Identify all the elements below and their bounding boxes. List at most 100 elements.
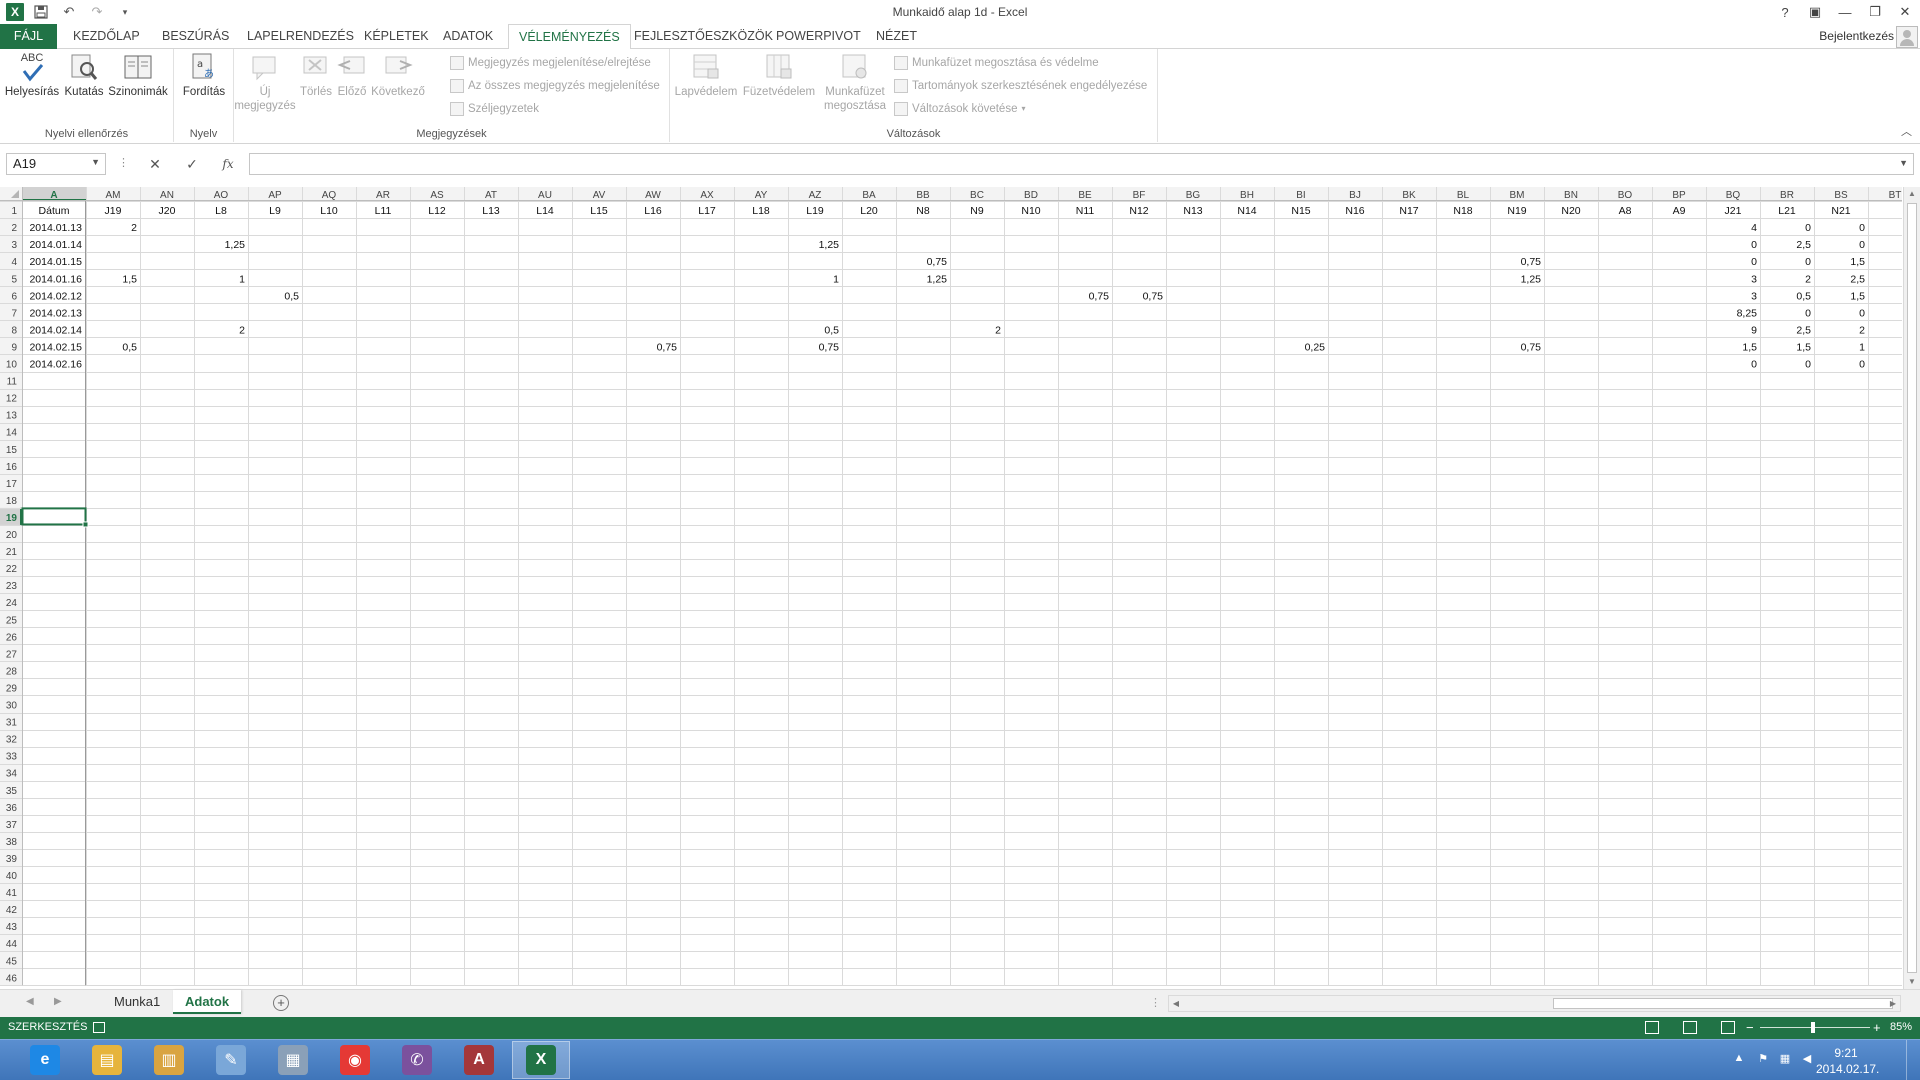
column-header-AX[interactable]: AX (700, 190, 714, 201)
cell-BQ5[interactable]: 3 (1751, 273, 1757, 285)
undo-icon[interactable]: ↶ (58, 2, 80, 22)
row-header-38[interactable]: 38 (6, 837, 18, 848)
cell-BP1[interactable]: A9 (1673, 205, 1686, 217)
row-header-36[interactable]: 36 (6, 803, 18, 814)
row-header-40[interactable]: 40 (6, 871, 18, 882)
horizontal-scrollbar[interactable]: ◀ ▶ (1168, 995, 1901, 1012)
row-header-43[interactable]: 43 (6, 922, 18, 933)
row-header-42[interactable]: 42 (6, 905, 18, 916)
column-header-BJ[interactable]: BJ (1349, 190, 1361, 201)
cell-AO5[interactable]: 1 (239, 273, 245, 285)
tab-review[interactable]: VÉLEMÉNYEZÉS (508, 24, 631, 50)
row-header-14[interactable]: 14 (6, 428, 18, 439)
confirm-entry-icon[interactable]: ✓ (180, 153, 204, 175)
formula-input[interactable]: ▼ (249, 153, 1914, 175)
scroll-left-icon[interactable]: ◀ (1169, 996, 1183, 1011)
ink-button[interactable]: Széljegyzetek (450, 99, 539, 119)
track-changes-button[interactable]: Változások követése ▾ (894, 99, 1026, 119)
cell-AO8[interactable]: 2 (239, 324, 245, 336)
cell-AR1[interactable]: L11 (375, 205, 392, 217)
column-header-AZ[interactable]: AZ (809, 190, 822, 201)
worksheet-grid[interactable]: A AM AN AO AP AQ AR AS AT AU AV AW AX AY AZ BA BB BC BD BE B… (0, 187, 1920, 989)
collapse-ribbon-icon[interactable]: ︿ (1901, 123, 1912, 139)
cell-BS7[interactable]: 0 (1859, 307, 1865, 319)
cell-BQ1[interactable]: J21 (1725, 205, 1742, 217)
cell-BS6[interactable]: 1,5 (1850, 290, 1865, 302)
cell-AZ8[interactable]: 0,5 (824, 324, 839, 336)
close-button[interactable]: ✕ (1890, 0, 1920, 24)
cell-BR3[interactable]: 2,5 (1796, 239, 1811, 251)
spelling-button[interactable]: ABC Helyesírás (4, 51, 60, 99)
row-header-25[interactable]: 25 (6, 615, 18, 626)
cell-BR10[interactable]: 0 (1805, 359, 1811, 371)
row-header-9[interactable]: 9 (11, 342, 17, 353)
show-all-comments-button[interactable]: Az összes megjegyzés megjelenítése (450, 76, 660, 96)
column-header-BO[interactable]: BO (1618, 190, 1633, 201)
cell-BR7[interactable]: 0 (1805, 307, 1811, 319)
delete-comment-button[interactable]: Törlés (298, 51, 334, 99)
cell-AW9[interactable]: 0,75 (657, 341, 678, 353)
share-workbook-button[interactable]: Munkafüzet megosztása (820, 51, 890, 113)
action-center-flag-icon[interactable]: ⚑ (1756, 1052, 1770, 1066)
ribbon-display-options-button[interactable]: ▣ (1800, 0, 1830, 24)
new-comment-button[interactable]: Új megjegyzés (234, 51, 296, 113)
column-header-AW[interactable]: AW (645, 190, 661, 201)
row-header-12[interactable]: 12 (6, 394, 18, 405)
column-header-AY[interactable]: AY (755, 190, 768, 201)
grid-canvas[interactable]: A AM AN AO AP AQ AR AS AT AU AV AW AX AY AZ BA BB BC BD BE B… (0, 187, 1902, 989)
row-header-16[interactable]: 16 (6, 462, 18, 473)
row-header-45[interactable]: 45 (6, 956, 18, 967)
zoom-level[interactable]: 85% (1890, 1021, 1912, 1033)
cell-AO1[interactable]: L8 (215, 205, 227, 217)
taskbar-viber-button[interactable]: ✆ (388, 1041, 446, 1079)
cell-AQ1[interactable]: L10 (320, 205, 338, 217)
row-header-41[interactable]: 41 (6, 888, 18, 899)
taskbar-chrome-button[interactable]: ◉ (326, 1041, 384, 1079)
row-header-10[interactable]: 10 (6, 360, 18, 371)
column-header-A[interactable]: A (50, 190, 57, 201)
row-header-26[interactable]: 26 (6, 632, 18, 643)
row-header-20[interactable]: 20 (6, 530, 18, 541)
row-header-37[interactable]: 37 (6, 820, 18, 831)
cell-BS3[interactable]: 0 (1859, 239, 1865, 251)
column-header-BA[interactable]: BA (862, 190, 876, 201)
row-header-30[interactable]: 30 (6, 701, 18, 712)
cell-BM4[interactable]: 0,75 (1521, 256, 1542, 268)
column-header-BE[interactable]: BE (1078, 190, 1092, 201)
tab-formulas[interactable]: KÉPLETEK (354, 24, 439, 49)
cell-AY1[interactable]: L18 (752, 205, 770, 217)
taskbar-excel-button[interactable]: X (512, 1041, 570, 1079)
cell-BI1[interactable]: N15 (1291, 205, 1310, 217)
cell-BF6[interactable]: 0,75 (1143, 290, 1164, 302)
cell-BL1[interactable]: N18 (1453, 205, 1472, 217)
zoom-in-button[interactable]: + (1873, 1020, 1881, 1035)
column-header-BB[interactable]: BB (916, 190, 930, 201)
macro-recording-icon[interactable] (93, 1022, 105, 1033)
taskbar-internet-explorer-button[interactable]: e (16, 1041, 74, 1079)
cell-AV1[interactable]: L15 (590, 205, 608, 217)
page-layout-view-icon[interactable] (1683, 1021, 1697, 1034)
show-hidden-icons-icon[interactable]: ▲ (1732, 1052, 1746, 1066)
column-header-BS[interactable]: BS (1834, 190, 1848, 201)
customize-qat-icon[interactable]: ▾ (114, 2, 136, 22)
chevron-down-icon[interactable]: ▼ (91, 157, 100, 167)
column-header-BF[interactable]: BF (1133, 190, 1146, 201)
cell-BJ1[interactable]: N16 (1345, 205, 1364, 217)
fill-handle[interactable] (82, 521, 89, 528)
formula-bar-resize-handle[interactable]: ⋮ (118, 156, 129, 169)
cell-AM5[interactable]: 1,5 (122, 273, 137, 285)
redo-icon[interactable]: ↷ (86, 2, 108, 22)
cell-AP1[interactable]: L9 (269, 205, 281, 217)
row-header-2[interactable]: 2 (11, 223, 17, 234)
column-header-BI[interactable]: BI (1296, 190, 1305, 201)
column-header-BR[interactable]: BR (1780, 190, 1794, 201)
scroll-sheets-left-icon[interactable]: ◀ (26, 996, 34, 1007)
cell-A1[interactable]: Dátum (39, 205, 70, 217)
scroll-down-icon[interactable]: ▼ (1904, 975, 1920, 989)
column-header-BM[interactable]: BM (1510, 190, 1525, 201)
cell-BQ9[interactable]: 1,5 (1742, 341, 1757, 353)
cell-BQ8[interactable]: 9 (1751, 324, 1757, 336)
avatar[interactable] (1896, 26, 1918, 48)
column-header-AP[interactable]: AP (268, 190, 282, 201)
cell-A7[interactable]: 2014.02.13 (29, 307, 82, 319)
